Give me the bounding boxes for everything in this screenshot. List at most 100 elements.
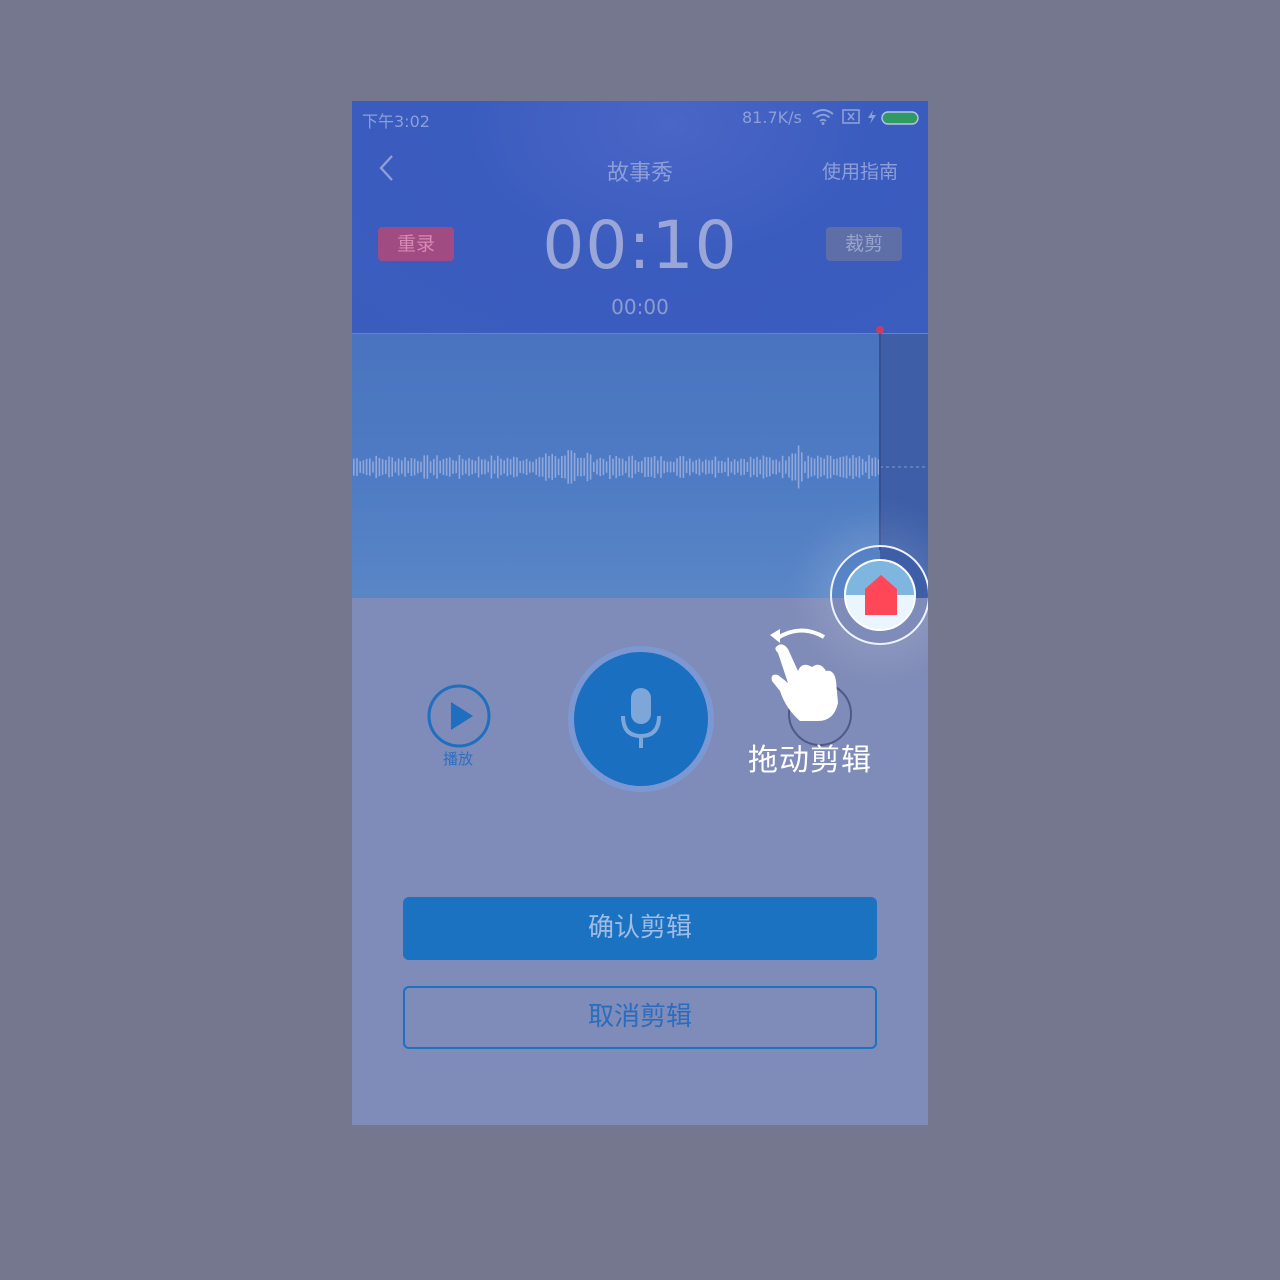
waveform-bar — [666, 461, 669, 473]
waveform-bar — [605, 461, 608, 473]
waveform-bar — [650, 457, 653, 477]
confirm-cut-button[interactable]: 确认剪辑 — [403, 897, 877, 960]
waveform-bar — [849, 458, 851, 476]
waveform-bar — [413, 458, 416, 476]
waveform-bar — [794, 453, 797, 481]
phone-screen: 下午3:02 81.7K/s 故事秀 使用指南 重录 00:10 裁剪 00:0… — [352, 101, 928, 1125]
waveform-bar — [570, 450, 573, 484]
trim-handle-knob[interactable] — [844, 559, 916, 631]
waveform-bar — [737, 461, 739, 473]
waveform-bar — [356, 458, 358, 476]
waveform-bar — [705, 459, 707, 475]
waveform-bar — [529, 461, 531, 473]
waveform-bar — [477, 456, 480, 478]
waveform-area[interactable] — [352, 326, 928, 598]
microphone-icon — [621, 688, 661, 748]
waveform-bar — [874, 457, 877, 477]
waveform-bar — [369, 458, 371, 476]
waveform-bar — [381, 459, 384, 475]
waveform-bar — [669, 461, 672, 473]
waveform-bar — [474, 460, 477, 474]
waveform-bar — [733, 459, 736, 475]
waveform-bar — [561, 456, 563, 478]
waveform-bar — [714, 456, 717, 478]
waveform-bar — [385, 460, 387, 474]
waveform-bar — [394, 461, 397, 473]
trim-arrow-icon — [865, 575, 897, 615]
waveform-bar — [753, 458, 755, 476]
waveform-bar — [685, 461, 688, 473]
cut-button[interactable]: 裁剪 — [826, 227, 902, 261]
waveform-bar — [721, 460, 723, 474]
waveform-bar — [717, 461, 720, 473]
waveform-bar — [797, 445, 800, 489]
waveform-bar — [692, 461, 694, 473]
waveform-bar — [615, 455, 617, 479]
waveform-bar — [439, 460, 441, 474]
waveform-bar — [660, 456, 662, 478]
recorder-header: 下午3:02 81.7K/s 故事秀 使用指南 重录 00:10 裁剪 00:0… — [352, 101, 928, 333]
waveform-bar — [362, 460, 365, 474]
waveform-bar — [644, 457, 646, 477]
waveform-bar — [372, 461, 374, 473]
waveform-bar — [445, 458, 448, 476]
waveform-bar — [641, 460, 643, 474]
waveform-bar — [759, 459, 761, 475]
waveform-bar — [631, 455, 633, 479]
waveform — [353, 445, 880, 489]
cancel-cut-button[interactable]: 取消剪辑 — [403, 986, 877, 1049]
charging-icon — [868, 110, 876, 124]
waveform-bar — [778, 461, 781, 473]
waveform-bar — [484, 459, 486, 475]
waveform-bar — [621, 458, 624, 476]
waveform-bar — [861, 458, 864, 476]
waveform-bar — [765, 457, 768, 477]
waveform-bar — [612, 458, 614, 476]
waveform-bar — [618, 457, 621, 477]
waveform-bar — [826, 455, 829, 479]
waveform-bar — [557, 458, 560, 476]
waveform-bar — [500, 458, 502, 476]
waveform-bar — [625, 461, 627, 473]
waveform-bar — [365, 458, 368, 476]
play-button[interactable] — [426, 683, 492, 749]
waveform-bar — [820, 457, 822, 477]
waveform-bar — [746, 461, 749, 472]
status-bar: 下午3:02 81.7K/s — [352, 101, 928, 135]
usage-guide-link[interactable]: 使用指南 — [822, 157, 898, 184]
waveform-bar — [871, 458, 873, 476]
waveform-bar — [567, 450, 569, 484]
network-speed: 81.7K/s — [742, 108, 802, 127]
waveform-bar — [657, 460, 659, 474]
waveform-bar — [836, 458, 838, 476]
waveform-bar — [823, 458, 825, 476]
waveform-bar — [634, 460, 637, 474]
waveform-bar — [602, 458, 605, 476]
waveform-bar — [586, 452, 589, 482]
waveform-bar — [580, 457, 582, 477]
playback-position: 00:00 — [611, 295, 669, 319]
waveform-bar — [813, 458, 816, 476]
waveform-bar — [628, 456, 630, 478]
waveform-bar — [804, 461, 806, 473]
waveform-bar — [769, 457, 771, 477]
waveform-bar — [423, 455, 425, 479]
waveform-bar — [378, 457, 381, 477]
waveform-bar — [858, 456, 861, 478]
waveform-bar — [573, 452, 576, 481]
waveform-bar — [637, 461, 640, 473]
waveform-bar — [689, 458, 691, 476]
waveform-bar — [452, 460, 454, 474]
waveform-bar — [468, 458, 470, 476]
waveform-bar — [708, 460, 710, 474]
waveform-bar — [647, 457, 649, 477]
waveform-bar — [682, 456, 685, 478]
waveform-bar — [596, 459, 598, 475]
waveform-bar — [807, 455, 809, 479]
waveform-bar — [525, 458, 528, 476]
waveform-bar — [503, 460, 505, 474]
waveform-bar — [833, 459, 835, 475]
record-button[interactable] — [574, 652, 708, 786]
waveform-bar — [772, 460, 774, 474]
wifi-icon — [812, 109, 834, 125]
